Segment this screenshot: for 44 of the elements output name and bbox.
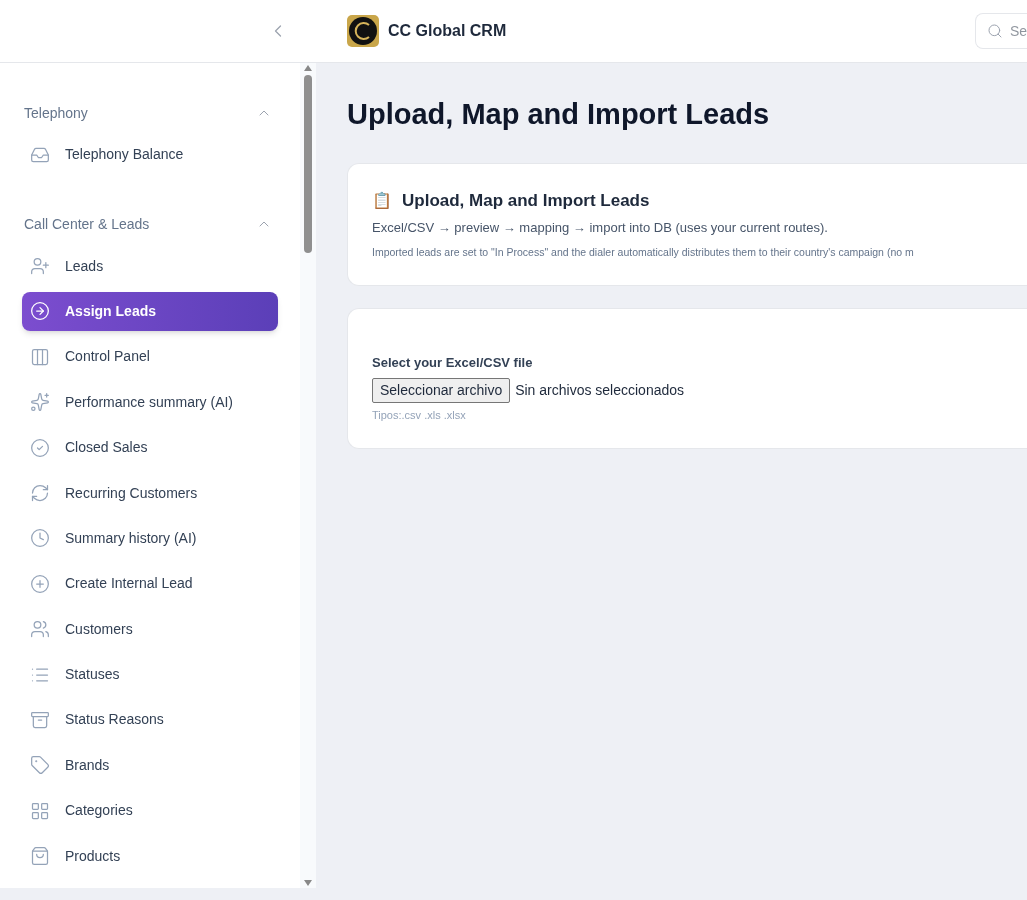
page-title: Upload, Map and Import Leads xyxy=(347,97,771,132)
plus-circle-icon xyxy=(30,573,50,594)
clock-icon xyxy=(30,528,50,549)
check-circle-icon xyxy=(30,437,50,458)
search-field[interactable]: Se xyxy=(975,13,1027,49)
search-icon xyxy=(987,23,1003,39)
card-subtitle: Excel/CSV → preview → mapping → import into DB (uses your current routes). xyxy=(372,218,829,237)
tag-icon xyxy=(30,755,50,776)
sidebar-item[interactable]: Products xyxy=(22,836,278,876)
users-icon xyxy=(30,619,50,640)
choose-file-button[interactable]: Seleccionar archivo xyxy=(372,378,511,404)
sidebar-item[interactable]: Brands xyxy=(22,745,278,786)
arrow-circle-icon xyxy=(30,301,50,322)
sidebar-item[interactable]: Telephony Balance xyxy=(22,135,278,175)
clipboard-icon: 📋 xyxy=(372,188,392,213)
logo-icon xyxy=(347,15,379,47)
sidebar-item[interactable]: Customers xyxy=(22,609,278,649)
user-plus-icon xyxy=(30,256,50,277)
section-title: Telephony xyxy=(24,103,88,123)
card-title: Upload, Map and Import Leads xyxy=(402,190,650,212)
file-types-hint: Tipos:.csv .xls .xlsx xyxy=(372,408,467,424)
sparkles-icon xyxy=(30,392,50,413)
sidebar-item[interactable]: Summary history (AI) xyxy=(22,518,278,559)
archive-icon xyxy=(30,710,50,730)
card-note: Imported leads are set to "In Process" and the dialer automatically distributes them to their country's campaign (no m xyxy=(372,245,915,260)
sidebar-item[interactable]: Create Internal Lead xyxy=(22,564,278,604)
bag-icon xyxy=(30,846,50,867)
sidebar-item[interactable]: Control Panel xyxy=(22,337,278,377)
field-label: Select your Excel/CSV file xyxy=(372,353,534,372)
refresh-icon xyxy=(30,483,50,504)
sidebar-item[interactable]: Assign Leads xyxy=(22,291,278,332)
brand-name: CC Global CRM xyxy=(388,21,507,41)
scrollbar[interactable] xyxy=(300,63,316,888)
sidebar-item[interactable]: Closed Sales xyxy=(22,427,278,468)
section-title: Call Center & Leads xyxy=(24,214,150,234)
sidebar-item[interactable]: Leads xyxy=(22,246,278,286)
sidebar-item[interactable]: Recurring Customers xyxy=(22,473,278,513)
grid-icon xyxy=(30,800,50,821)
sidebar-item[interactable]: Performance summary (AI) xyxy=(22,382,278,422)
sidebar-item[interactable]: Status Reasons xyxy=(22,700,278,740)
file-status: Sin archivos seleccionados xyxy=(515,381,685,401)
sidebar-item[interactable]: Categories xyxy=(22,791,278,831)
sidebar-item[interactable]: Statuses xyxy=(22,654,278,695)
columns-icon xyxy=(30,346,50,367)
